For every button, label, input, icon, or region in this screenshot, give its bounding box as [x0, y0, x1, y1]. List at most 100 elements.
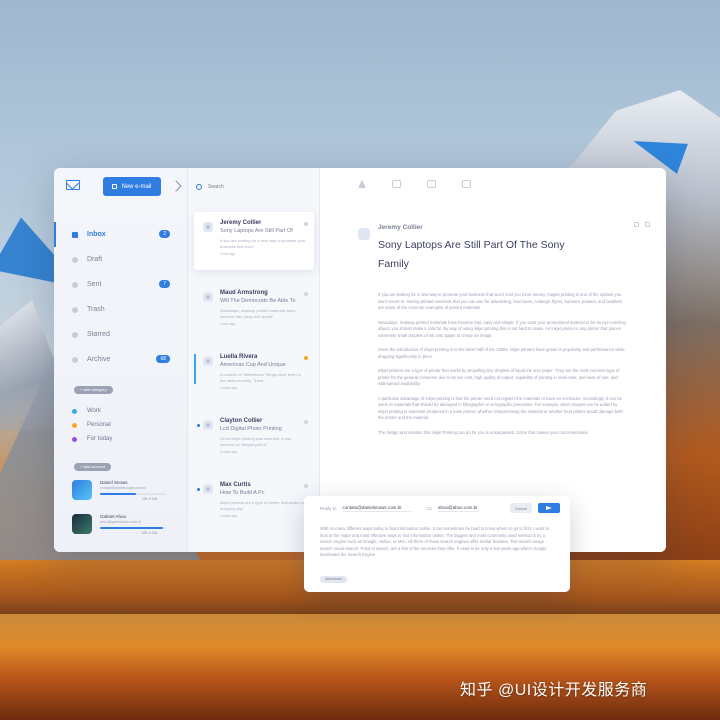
reader-subject: Sony Laptops Are Still Part Of The Sony … [378, 239, 565, 270]
cc-field[interactable]: ahoo@ahoo.com.br [438, 505, 479, 512]
reply-text[interactable]: With so many different ways today to fin… [320, 526, 554, 559]
message-date: 5 days ago [220, 450, 238, 454]
search-icon [196, 184, 202, 190]
count-badge: 68 [156, 355, 170, 363]
sidebar-item-label: Starred [87, 331, 110, 338]
message-date: 2 days ago [220, 514, 238, 518]
message-date: 3 min ago [220, 252, 236, 256]
message-preview: Nowadays, makeup printed materials have … [220, 308, 296, 319]
unread-dot [197, 424, 200, 427]
message-item[interactable]: Clayton Collier Lcd Digital Photo Printi… [194, 410, 314, 468]
print-icon[interactable] [634, 222, 639, 227]
message-preview: Inkjet printers are a type of printer th… [220, 500, 305, 511]
avatar [203, 292, 213, 302]
storage-size: MB of MB [142, 531, 158, 535]
message-item[interactable]: Max Curtis How To Build A Pc Inkjet prin… [194, 474, 314, 532]
message-sender: Jeremy Collier [220, 220, 262, 226]
search-input[interactable] [208, 184, 298, 190]
message-date: 1 min ago [220, 322, 236, 326]
account-item[interactable]: Gabriel Ahoo ahoo@gabrielahoo.com.br MB … [72, 510, 172, 544]
send-icon [546, 506, 552, 510]
count-badge: 7 [159, 280, 170, 288]
forward-icon[interactable] [392, 180, 401, 188]
reader-sender: Jeremy Collier [378, 224, 423, 231]
reply-icon[interactable] [427, 180, 436, 188]
mail-logo-icon[interactable] [66, 180, 80, 190]
category-work[interactable]: Work [72, 404, 182, 418]
message-preview: If you are looking for a new way to prom… [220, 238, 306, 249]
pencil-icon [112, 184, 118, 189]
message-preview: Since inkjet printing was invented, it h… [220, 436, 291, 447]
body-paragraph: Since the introduction of inkjet printin… [378, 347, 625, 359]
message-item[interactable]: Luella Rivera Ameriicas Cup And Unique A… [194, 346, 314, 404]
message-body: If you are looking for a new way to prom… [378, 292, 626, 444]
message-toolbar [358, 180, 471, 188]
message-sender: Clayton Collier [220, 418, 263, 424]
category-personal[interactable]: Personal [72, 418, 182, 432]
attachment-chip[interactable]: attachment [320, 576, 348, 583]
status-dot [304, 292, 308, 296]
sidebar-item-label: Inbox [87, 231, 106, 238]
message-date: 2 days ago [220, 386, 238, 390]
reply-to-field[interactable]: contato@danielsnows.com.br [342, 505, 411, 512]
unread-dot [197, 488, 200, 491]
account-list: Daniel Snows contact@danielsnows.com.br … [72, 476, 172, 544]
delete-icon[interactable] [462, 180, 471, 188]
sidebar-item-label: Trash [87, 306, 105, 313]
reading-pane: Jeremy Collier Sony Laptops Are Still Pa… [320, 168, 666, 552]
new-email-button[interactable]: New e-mail [103, 177, 161, 196]
category-label: Personal [87, 422, 111, 428]
star-icon [72, 331, 78, 338]
sidebar-item-label: Archive [87, 356, 111, 363]
message-preview: A number of "differences" things have be… [220, 372, 301, 383]
status-dot [304, 484, 308, 488]
sidebar-item-trash[interactable]: Trash [54, 297, 188, 322]
cancel-button[interactable]: Cancel [510, 503, 532, 513]
avatar [203, 420, 213, 430]
body-paragraph: A particular advantage of inkjet printin… [378, 395, 623, 421]
archive-icon [72, 356, 78, 363]
category-dot [72, 436, 77, 442]
message-item[interactable]: Jeremy Collier Sony Laptops Are Still Pa… [194, 212, 314, 270]
star-icon[interactable] [358, 180, 366, 188]
message-subject: Will The Democrats Be Able To [220, 298, 296, 304]
sidebar-item-label: Draft [87, 256, 103, 263]
account-logo-icon [72, 514, 92, 534]
folder-list: Inbox 2 Draft Sent 7 Trash Starred Archi… [54, 222, 188, 372]
storage-size: MB of MB [142, 497, 158, 501]
search-bar [196, 180, 314, 194]
sidebar-item-sent[interactable]: Sent 7 [54, 272, 188, 297]
sidebar-item-label: Sent [87, 281, 102, 288]
message-subject: How To Build A Pc [220, 490, 265, 496]
category-for-today[interactable]: For today [72, 432, 182, 446]
send-button[interactable] [538, 503, 560, 513]
account-name: Gabriel Ahoo [100, 514, 127, 519]
add-category-button[interactable]: + add category [74, 386, 113, 394]
message-actions [634, 222, 650, 227]
message-subject: Lcd Digital Photo Printing [220, 426, 282, 432]
avatar [358, 228, 370, 240]
draft-icon [72, 256, 78, 263]
inbox-icon [72, 231, 78, 238]
watermark: 知乎 @UI设计开发服务商 [460, 682, 648, 699]
more-icon[interactable] [645, 222, 650, 227]
account-item[interactable]: Daniel Snows contact@danielsnows.com.br … [72, 476, 172, 510]
account-name: Daniel Snows [100, 480, 128, 485]
sidebar-item-starred[interactable]: Starred [54, 322, 188, 347]
mail-app-window: Inbox 2 Draft Sent 7 Trash Starred Archi… [54, 168, 666, 552]
sent-icon [72, 281, 78, 288]
sidebar-item-inbox[interactable]: Inbox 2 [54, 222, 188, 247]
storage-bar [100, 527, 166, 529]
lake [0, 614, 720, 720]
add-account-button[interactable]: + add account [74, 463, 112, 471]
avatar [203, 484, 213, 494]
avatar [203, 356, 213, 366]
reply-to-label: Reply to [320, 506, 337, 511]
message-item[interactable]: Maud Armstrong Will The Democrats Be Abl… [194, 282, 314, 340]
cc-label: Cc [426, 506, 433, 511]
storage-fill [100, 527, 163, 529]
message-subject: Sony Laptops Are Still Part Of [220, 228, 293, 234]
sidebar-item-archive[interactable]: Archive 68 [54, 347, 188, 372]
unread-count-badge: 2 [159, 230, 170, 238]
sidebar-item-draft[interactable]: Draft [54, 247, 188, 272]
